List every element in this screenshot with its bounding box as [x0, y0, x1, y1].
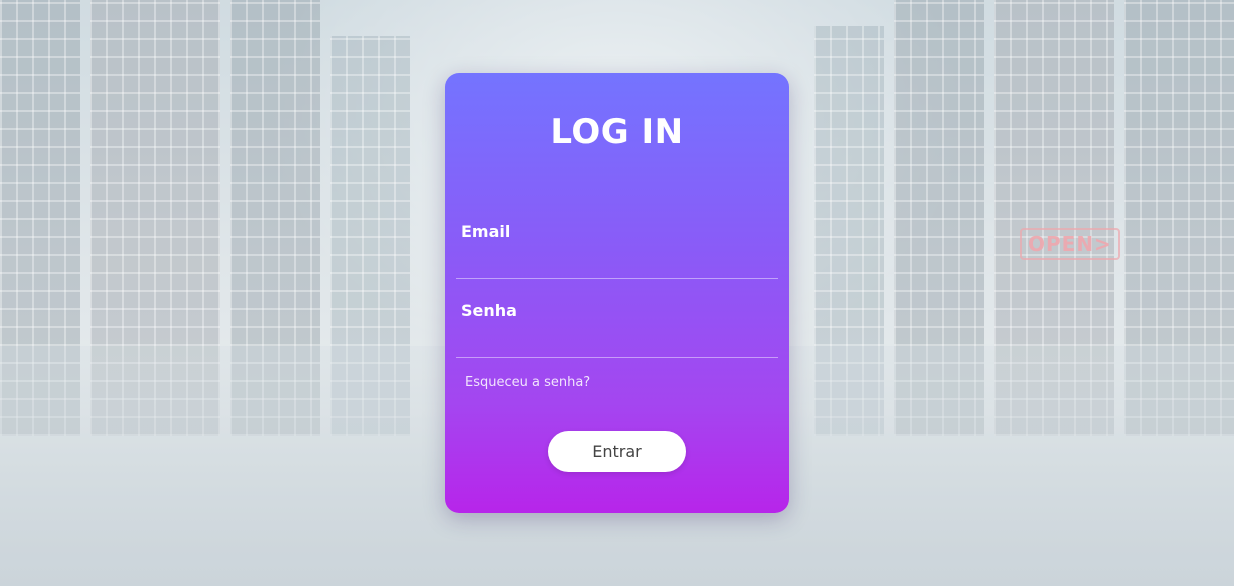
login-card: LOG IN Email Senha Esqueceu a senha? Ent…: [445, 73, 789, 513]
email-field-group: Email: [456, 222, 778, 279]
password-field-group: Senha: [456, 301, 778, 358]
password-input[interactable]: [461, 331, 773, 353]
password-label: Senha: [461, 301, 517, 320]
login-title: LOG IN: [550, 112, 684, 152]
forgot-password-link[interactable]: Esqueceu a senha?: [465, 375, 590, 390]
login-submit-button[interactable]: Entrar: [548, 431, 686, 472]
email-input[interactable]: [461, 252, 773, 274]
login-page: OPEN> LOG IN Email Senha Esqueceu a senh…: [0, 0, 1234, 586]
email-label: Email: [461, 222, 511, 241]
